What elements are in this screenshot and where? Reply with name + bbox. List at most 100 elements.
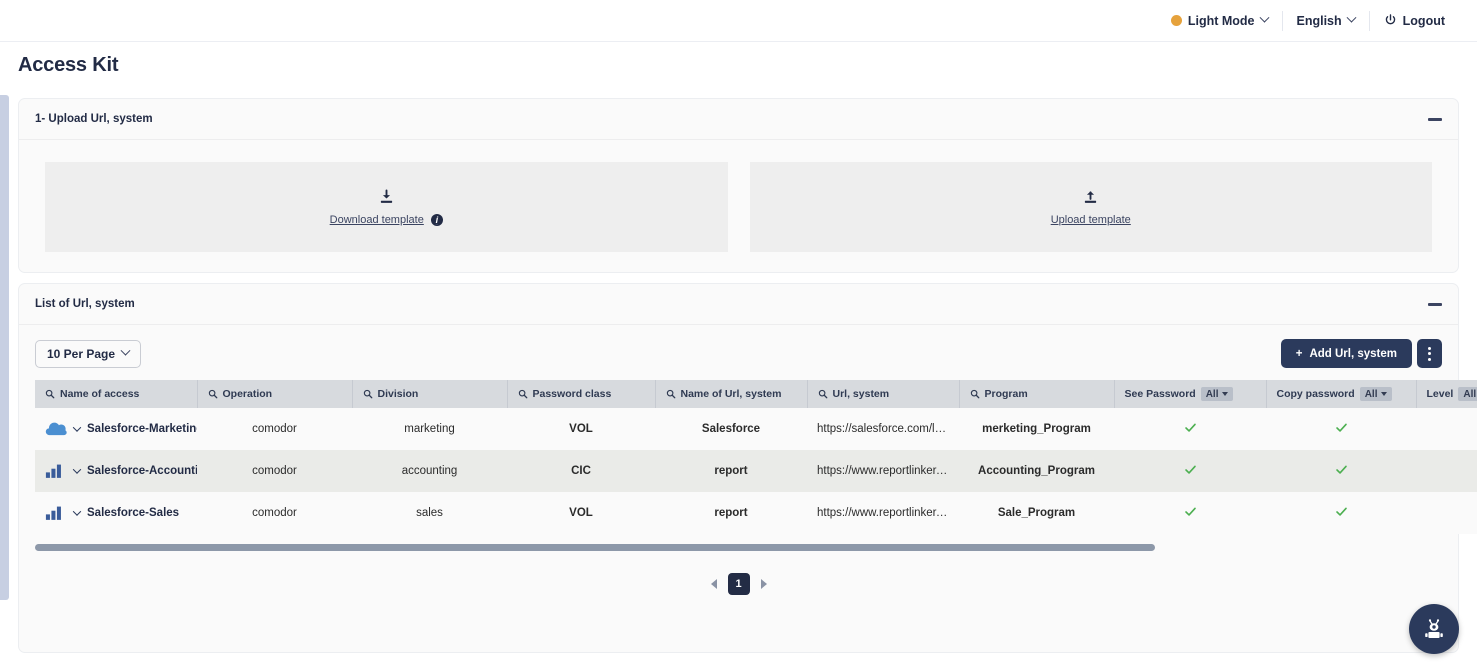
cell-operation: comodor <box>252 507 297 519</box>
cell-level <box>1416 492 1477 534</box>
upload-template-zone[interactable]: Upload template <box>749 162 1432 252</box>
add-url-system-button[interactable]: + Add Url, system <box>1280 339 1412 368</box>
topbar: Light Mode English Logout <box>0 0 1477 42</box>
language-switcher[interactable]: English <box>1283 10 1369 32</box>
download-template-zone[interactable]: Download template i <box>45 162 728 252</box>
cell-see-password <box>1114 450 1266 492</box>
table-header-row: Name of access Operation Division Passwo… <box>35 380 1477 408</box>
pagination-prev-icon[interactable] <box>710 579 717 589</box>
col-copy-password: Copy password All <box>1266 380 1417 408</box>
row-expand-chevron-icon[interactable] <box>72 465 82 474</box>
table-row[interactable]: Salesforce-Sales comodor sales VOL repor… <box>35 492 1477 534</box>
search-icon <box>666 389 675 399</box>
cell-operation: comodor <box>252 465 297 477</box>
cell-see-password <box>1114 492 1266 534</box>
col-label: Name of access <box>60 388 140 400</box>
pagination: 1 <box>19 573 1458 595</box>
plus-icon: + <box>1295 347 1303 360</box>
cell-name-of-access: Salesforce-Marketing <box>35 408 197 450</box>
col-name-of-url-system[interactable]: Name of Url, system <box>655 380 808 408</box>
cell-name-of-access: Salesforce-Sales <box>35 492 197 534</box>
check-icon <box>1184 465 1196 474</box>
cell-password-class: CIC <box>571 465 591 477</box>
cell-division: marketing <box>404 423 455 435</box>
cell-see-password <box>1114 408 1266 450</box>
table-body: Salesforce-Marketing comodor marketing V… <box>35 408 1477 534</box>
cloud-icon <box>45 422 67 436</box>
filter-value: All <box>1205 388 1219 400</box>
cell-level <box>1416 408 1477 450</box>
download-icon <box>380 189 392 203</box>
level-filter[interactable]: All <box>1458 387 1477 401</box>
table-row[interactable]: Salesforce-Accounting. comodor accountin… <box>35 450 1477 492</box>
upload-template-label: Upload template <box>1050 213 1131 226</box>
chevron-down-icon <box>1259 12 1269 23</box>
search-icon <box>818 389 827 399</box>
collapse-minus-icon[interactable] <box>1428 117 1442 121</box>
download-template-link[interactable]: Download template i <box>329 213 443 226</box>
language-label: English <box>1296 13 1342 28</box>
logout-label: Logout <box>1402 13 1445 28</box>
row-expand-chevron-icon[interactable] <box>72 507 82 516</box>
col-see-password: See Password All <box>1114 380 1267 408</box>
col-label: Copy password <box>1276 388 1355 400</box>
list-card-header: List of Url, system <box>19 284 1458 325</box>
col-url-system[interactable]: Url, system <box>807 380 960 408</box>
per-page-selector[interactable]: 10 Per Page <box>35 339 142 368</box>
download-template-label: Download template <box>329 213 424 226</box>
cell-copy-password <box>1266 408 1416 450</box>
search-icon <box>518 389 527 399</box>
col-name-of-access[interactable]: Name of access <box>35 380 198 408</box>
page-title: Access Kit <box>18 54 119 76</box>
col-label: Url, system <box>832 388 890 400</box>
upload-card-header: 1- Upload Url, system <box>19 99 1458 140</box>
search-icon <box>45 389 55 399</box>
cell-division: sales <box>416 507 443 519</box>
row-name: Salesforce-Sales <box>87 507 180 519</box>
check-icon <box>1335 465 1347 474</box>
cell-division: accounting <box>401 465 458 477</box>
pagination-page-1[interactable]: 1 <box>727 573 750 595</box>
bar-chart-icon <box>45 506 61 520</box>
assistant-fab-button[interactable] <box>1409 604 1459 654</box>
url-system-table: Name of access Operation Division Passwo… <box>35 380 1477 534</box>
scrollbar-thumb[interactable] <box>35 544 1155 551</box>
pagination-next-icon[interactable] <box>760 579 767 589</box>
upload-template-link[interactable]: Upload template <box>1051 214 1131 226</box>
col-program[interactable]: Program <box>959 380 1115 408</box>
col-label: Password class <box>532 388 612 400</box>
theme-mode-switcher[interactable]: Light Mode <box>1157 10 1282 32</box>
cell-url-system: https://www.reportlinker.co... <box>817 465 959 477</box>
col-operation[interactable]: Operation <box>197 380 353 408</box>
upload-url-system-card: 1- Upload Url, system Download template … <box>18 98 1459 273</box>
info-icon[interactable]: i <box>430 213 443 226</box>
row-expand-chevron-icon[interactable] <box>72 423 82 432</box>
more-options-button[interactable] <box>1417 339 1442 368</box>
col-label: See Password <box>1124 388 1196 400</box>
col-password-class[interactable]: Password class <box>507 380 656 408</box>
copy-password-filter[interactable]: All <box>1359 387 1393 401</box>
bar-chart-icon <box>45 464 61 478</box>
cell-url-system: https://salesforce.com/login <box>817 423 957 435</box>
see-password-filter[interactable]: All <box>1200 387 1234 401</box>
col-label: Division <box>377 388 419 400</box>
table-row[interactable]: Salesforce-Marketing comodor marketing V… <box>35 408 1477 450</box>
theme-color-dot <box>1170 15 1182 26</box>
cell-name-of-access: Salesforce-Accounting. <box>35 450 197 492</box>
search-icon <box>208 389 217 399</box>
collapse-minus-icon[interactable] <box>1428 302 1442 306</box>
caret-down-icon <box>1222 392 1229 396</box>
cell-program: Sale_Program <box>997 507 1076 519</box>
check-icon <box>1335 423 1347 432</box>
kebab-dot <box>1428 352 1431 355</box>
horizontal-scrollbar[interactable] <box>35 544 1442 551</box>
table-scroll-container: Name of access Operation Division Passwo… <box>19 380 1477 534</box>
add-url-system-label: Add Url, system <box>1309 347 1397 360</box>
col-division[interactable]: Division <box>352 380 508 408</box>
cell-name-of-url-system: Salesforce <box>701 423 761 435</box>
logout-button[interactable]: Logout <box>1370 10 1459 32</box>
per-page-label: 10 Per Page <box>47 346 116 361</box>
chevron-down-icon <box>120 345 131 356</box>
cell-name-of-url-system: report <box>714 465 748 477</box>
chevron-down-icon <box>1346 12 1357 23</box>
